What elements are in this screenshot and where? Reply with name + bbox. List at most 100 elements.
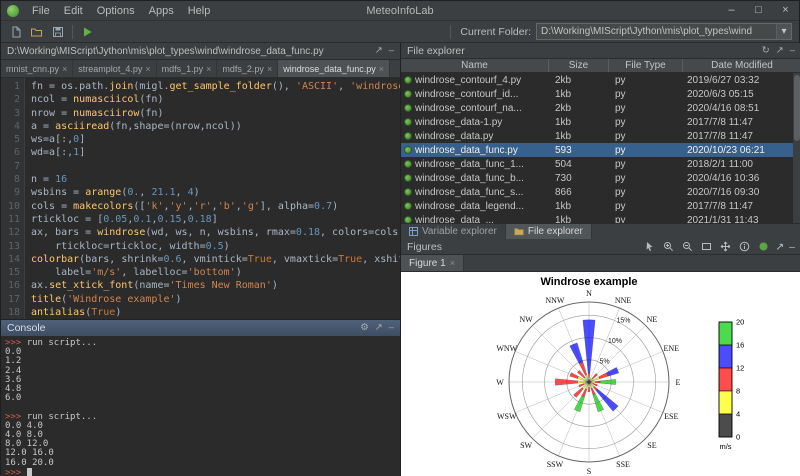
code-line[interactable]: ncol = numasciicol(fn) — [31, 93, 400, 106]
run-script-button[interactable] — [77, 22, 98, 41]
select-cursor-icon[interactable] — [642, 240, 656, 253]
minimize-panel-icon[interactable]: – — [790, 46, 795, 56]
file-row[interactable]: windrose_data_func_1...504py2018/2/1 11:… — [401, 157, 800, 171]
tab-close-icon[interactable]: × — [62, 64, 67, 74]
menu-edit[interactable]: Edit — [57, 1, 90, 21]
close-button[interactable]: × — [772, 1, 799, 21]
file-row[interactable]: windrose_contourf_id...1kbpy2020/6/3 05:… — [401, 87, 800, 101]
dropdown-arrow-icon[interactable]: ▾ — [776, 24, 791, 39]
open-folder-icon — [30, 26, 43, 38]
python-file-icon — [404, 174, 412, 182]
toolbar-right: Current Folder: D:\Working\MIScript\Jyth… — [446, 23, 795, 40]
tab-close-icon[interactable]: × — [267, 64, 272, 74]
table-grid-icon — [409, 227, 418, 236]
toolbar-separator — [450, 25, 451, 39]
editor-tab[interactable]: streamplot_4.py× — [73, 60, 156, 77]
column-header-name[interactable]: Name — [401, 59, 549, 72]
zoom-in-icon[interactable] — [661, 240, 675, 253]
code-editor[interactable]: 123456789101112131415161718 fn = os.path… — [1, 78, 400, 319]
refresh-icon[interactable]: ↻ — [762, 46, 770, 56]
tab-label: streamplot_4.py — [78, 64, 142, 74]
float-panel-icon[interactable]: ↗ — [776, 46, 784, 56]
maximize-button[interactable]: □ — [745, 1, 772, 21]
column-header-size[interactable]: Size — [549, 59, 609, 72]
file-explorer-panel: File explorer ↻ ↗ – Name Size File Type … — [401, 43, 800, 239]
tab-close-icon[interactable]: × — [206, 64, 211, 74]
figures-header: Figures ↗ – — [401, 239, 800, 255]
tab-close-icon[interactable]: × — [145, 64, 150, 74]
animation-icon[interactable] — [756, 240, 770, 253]
menu-file[interactable]: File — [25, 1, 57, 21]
current-folder-select[interactable]: D:\Working\MIScript\Jython\mis\plot_type… — [536, 23, 792, 40]
console-output[interactable]: >>> run script...0.01.22.43.64.86.0 >>> … — [1, 337, 400, 476]
python-file-icon — [404, 104, 412, 112]
editor-tab[interactable]: windrose_data_func.py× — [278, 60, 390, 77]
figure-canvas[interactable]: NNNENEENEEESESESSESSSWSWWSWWWNWNWNNW5%10… — [401, 272, 800, 476]
tab-close-icon[interactable]: × — [379, 64, 384, 74]
new-file-button[interactable] — [5, 22, 26, 41]
minimize-button[interactable]: – — [718, 1, 745, 21]
code-line[interactable]: wd=a[:,1] — [31, 146, 400, 159]
file-row[interactable]: windrose_data_func_s...866py2020/7/16 09… — [401, 185, 800, 199]
code-line[interactable]: rtickloc = [0.05,0.1,0.15,0.18] — [31, 213, 400, 226]
code-line[interactable]: n = 16 — [31, 173, 400, 186]
editor-tab[interactable]: mnist_cnn.py× — [1, 60, 73, 77]
menu-help[interactable]: Help — [181, 1, 218, 21]
pan-icon[interactable] — [718, 240, 732, 253]
console-panel: Console ⚙ ↗ – >>> run script...0.01.22.4… — [1, 319, 401, 476]
save-button[interactable] — [47, 22, 68, 41]
code-line[interactable] — [31, 160, 400, 173]
tab-file-explorer[interactable]: File explorer — [506, 224, 592, 239]
gear-icon[interactable]: ⚙ — [360, 323, 369, 333]
file-list-scrollbar[interactable] — [793, 73, 800, 223]
scrollbar-thumb[interactable] — [794, 75, 800, 141]
minimize-panel-icon[interactable]: – — [789, 241, 795, 253]
code-line[interactable]: fn = os.path.join(migl.get_sample_folder… — [31, 80, 400, 93]
svg-text:4: 4 — [736, 410, 740, 419]
code-lines[interactable]: fn = os.path.join(migl.get_sample_folder… — [25, 78, 400, 319]
code-line[interactable]: antialias(True) — [31, 306, 400, 319]
file-row[interactable]: windrose_data.py1kbpy2017/7/8 11:47 — [401, 129, 800, 143]
figures-title: Figures — [407, 241, 442, 253]
editor-tab[interactable]: mdfs_1.py× — [157, 60, 218, 77]
file-row[interactable]: windrose_data-1.py1kbpy2017/7/8 11:47 — [401, 115, 800, 129]
minimize-panel-icon[interactable]: – — [389, 46, 394, 56]
tab-variable-explorer[interactable]: Variable explorer — [401, 224, 506, 239]
svg-text:ESE: ESE — [664, 412, 678, 421]
file-row[interactable]: windrose_data_legend...1kbpy2017/7/8 11:… — [401, 199, 800, 213]
code-line[interactable]: title('Windrose example') — [31, 293, 400, 306]
svg-text:16: 16 — [736, 341, 744, 350]
code-line[interactable]: wsbins = arange(0., 21.1, 4) — [31, 186, 400, 199]
menu-apps[interactable]: Apps — [142, 1, 181, 21]
zoom-out-icon[interactable] — [680, 240, 694, 253]
minimize-panel-icon[interactable]: – — [389, 323, 394, 333]
column-header-file-type[interactable]: File Type — [609, 59, 683, 72]
identify-icon[interactable] — [737, 240, 751, 253]
file-row[interactable]: windrose_contourf_4.py2kbpy2019/6/27 03:… — [401, 73, 800, 87]
float-panel-icon[interactable]: ↗ — [375, 46, 383, 56]
file-row[interactable]: windrose_data_...1kbpy2021/1/31 11:43 — [401, 213, 800, 223]
file-row[interactable]: windrose_contourf_na...2kbpy2020/4/16 08… — [401, 101, 800, 115]
file-row[interactable]: windrose_data_func.py593py2020/10/23 06:… — [401, 143, 800, 157]
svg-text:m/s: m/s — [719, 442, 731, 451]
float-panel-icon[interactable]: ↗ — [375, 323, 383, 333]
code-line[interactable]: ws=a[:,0] — [31, 133, 400, 146]
code-line[interactable]: cols = makecolors(['k','y','r','b','g'],… — [31, 200, 400, 213]
tab-figure-1[interactable]: Figure 1 × — [401, 255, 464, 271]
file-row[interactable]: windrose_data_func_b...730py2020/4/16 10… — [401, 171, 800, 185]
float-panel-icon[interactable]: ↗ — [775, 241, 784, 253]
code-line[interactable]: ax.set_xtick_font(name='Times New Roman'… — [31, 279, 400, 292]
full-extent-icon[interactable] — [699, 240, 713, 253]
column-header-date-modified[interactable]: Date Modified — [683, 59, 800, 72]
open-file-button[interactable] — [26, 22, 47, 41]
tab-close-icon[interactable]: × — [450, 258, 455, 268]
code-line[interactable]: ax, bars = windrose(wd, ws, n, wsbins, r… — [31, 226, 400, 239]
code-line[interactable]: a = asciiread(fn,shape=(nrow,ncol)) — [31, 120, 400, 133]
current-folder-value: D:\Working\MIScript\Jython\mis\plot_type… — [541, 26, 752, 37]
code-line[interactable]: colorbar(bars, shrink=0.6, vmintick=True… — [31, 253, 400, 266]
code-line[interactable]: label='m/s', labelloc='bottom') — [31, 266, 400, 279]
code-line[interactable]: nrow = numasciirow(fn) — [31, 107, 400, 120]
editor-tab[interactable]: mdfs_2.py× — [217, 60, 278, 77]
code-line[interactable]: rtickloc=rtickloc, width=0.5) — [31, 240, 400, 253]
menu-options[interactable]: Options — [90, 1, 142, 21]
